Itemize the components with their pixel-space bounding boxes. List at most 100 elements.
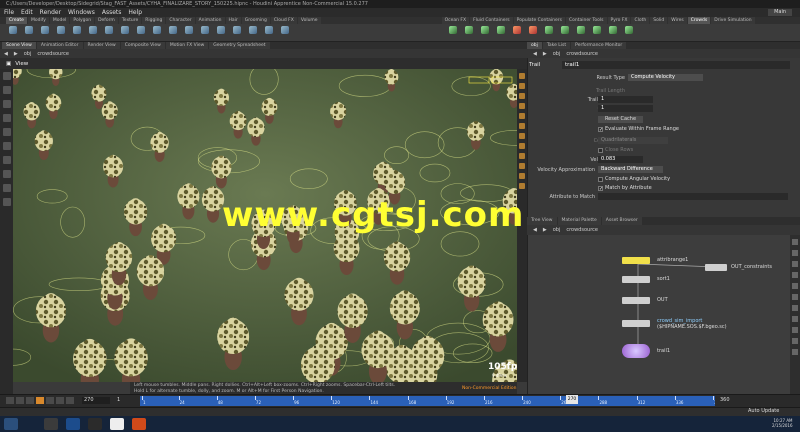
- view-tool-icon[interactable]: [2, 142, 11, 150]
- houdini-icon[interactable]: [132, 418, 146, 430]
- shelf-tab-hair[interactable]: Hair: [225, 17, 241, 24]
- node-crowd-sim-import[interactable]: [622, 320, 650, 327]
- display-option-icon[interactable]: [519, 143, 525, 149]
- shelf-tool[interactable]: [86, 24, 100, 42]
- shelf-tool[interactable]: [22, 24, 36, 42]
- shelf-tool[interactable]: [118, 24, 132, 42]
- shelf-tab-texture[interactable]: Texture: [118, 17, 142, 24]
- shelf-tab-wires[interactable]: Wires: [668, 17, 687, 24]
- scale-tool-icon[interactable]: [2, 114, 11, 122]
- shelf-tool[interactable]: [558, 24, 572, 42]
- shelf-tab-populate[interactable]: Populate Containers: [513, 17, 565, 24]
- path-obj[interactable]: obj: [553, 51, 561, 57]
- velocity-scale-field[interactable]: 0.083: [598, 156, 643, 163]
- shelf-tab-polygon[interactable]: Polygon: [70, 17, 95, 24]
- shelf-tab-model[interactable]: Model: [49, 17, 70, 24]
- network-tool-icon[interactable]: [792, 338, 798, 344]
- network-tool-icon[interactable]: [792, 239, 798, 245]
- back-arrow-icon[interactable]: ◀: [533, 227, 537, 233]
- node-trail1[interactable]: [622, 344, 650, 358]
- shelf-tool[interactable]: [510, 24, 524, 42]
- cache-size-field[interactable]: 1: [598, 105, 653, 112]
- display-option-icon[interactable]: [519, 183, 525, 189]
- node-out[interactable]: [622, 297, 650, 304]
- select-tool-icon[interactable]: [2, 72, 11, 80]
- tab-performance-monitor[interactable]: Performance Monitor: [571, 42, 627, 49]
- display-option-icon[interactable]: [519, 93, 525, 99]
- terminal-icon[interactable]: [44, 418, 58, 430]
- shelf-tool[interactable]: [606, 24, 620, 42]
- shelf-tab-crowds[interactable]: Crowds: [687, 17, 711, 24]
- shelf-tool[interactable]: [494, 24, 508, 42]
- node-sort1[interactable]: [622, 276, 650, 283]
- network-tool-icon[interactable]: [792, 283, 798, 289]
- shelf-tab-grooming[interactable]: Grooming: [241, 17, 270, 24]
- shelf-tool[interactable]: [446, 24, 460, 42]
- start-icon[interactable]: [4, 418, 18, 430]
- tab-geometry-spreadsheet[interactable]: Geometry Spreadsheet: [209, 42, 270, 49]
- shelf-tool[interactable]: [478, 24, 492, 42]
- network-tool-icon[interactable]: [792, 316, 798, 322]
- shelf-tool[interactable]: [214, 24, 228, 42]
- light-tool-icon[interactable]: [2, 198, 11, 206]
- tab-scene-view[interactable]: Scene View: [2, 42, 36, 49]
- menu-assets[interactable]: Assets: [102, 9, 122, 16]
- jump-start-icon[interactable]: [6, 397, 14, 404]
- tab-obj[interactable]: obj: [527, 42, 542, 49]
- timeline-cursor[interactable]: 270: [566, 395, 578, 404]
- tab-composite-view[interactable]: Composite View: [120, 42, 165, 49]
- velocity-approx-select[interactable]: Backward Difference: [598, 166, 663, 173]
- angular-velocity-toggle[interactable]: Compute Angular Velocity: [598, 176, 670, 182]
- jump-end-icon[interactable]: [66, 397, 74, 404]
- shelf-tool[interactable]: [246, 24, 260, 42]
- network-tool-icon[interactable]: [792, 250, 798, 256]
- reset-cache-button[interactable]: Reset Cache: [598, 116, 643, 123]
- shelf-tab-create[interactable]: Create: [6, 17, 27, 24]
- close-rows-toggle[interactable]: Close Rows: [598, 147, 633, 153]
- step-back-icon[interactable]: [16, 397, 24, 404]
- current-frame-field[interactable]: 270: [82, 397, 110, 404]
- back-arrow-icon[interactable]: ◀: [4, 51, 8, 57]
- shelf-tab-character[interactable]: Character: [166, 17, 195, 24]
- tab-motion-fx-view[interactable]: Motion FX View: [165, 42, 209, 49]
- result-type-select[interactable]: Compute Velocity: [628, 74, 703, 81]
- display-option-icon[interactable]: [519, 173, 525, 179]
- tab-material-palette[interactable]: Material Palette: [557, 217, 601, 225]
- shelf-tab-volume[interactable]: Volume: [297, 17, 321, 24]
- path-obj[interactable]: obj: [553, 227, 561, 233]
- eval-frame-range-toggle[interactable]: ✓ Evaluate Within Frame Range: [598, 126, 679, 132]
- shelf-tab-cloud[interactable]: Cloud FX: [270, 17, 297, 24]
- step-forward-icon[interactable]: [56, 397, 64, 404]
- shelf-tool[interactable]: [166, 24, 180, 42]
- menu-help[interactable]: Help: [128, 9, 142, 16]
- workspace-select[interactable]: Main: [768, 9, 792, 16]
- start-frame-field[interactable]: 1: [117, 397, 131, 404]
- shelf-tool[interactable]: [70, 24, 84, 42]
- shelf-tool[interactable]: [230, 24, 244, 42]
- forward-arrow-icon[interactable]: ▶: [543, 51, 547, 57]
- node-attribrange1[interactable]: [622, 257, 650, 264]
- attribute-match-field[interactable]: [598, 193, 788, 200]
- shelf-tab-container[interactable]: Container Tools: [565, 17, 607, 24]
- display-option-icon[interactable]: [519, 73, 525, 79]
- camera-icon[interactable]: ▣: [6, 61, 11, 67]
- back-arrow-icon[interactable]: ◀: [533, 51, 537, 57]
- forward-arrow-icon[interactable]: ▶: [14, 51, 18, 57]
- shelf-tool[interactable]: [590, 24, 604, 42]
- tab-render-view[interactable]: Render View: [83, 42, 120, 49]
- end-frame-field[interactable]: 360: [720, 397, 740, 404]
- display-option-icon[interactable]: [519, 113, 525, 119]
- shelf-tab-modify[interactable]: Modify: [27, 17, 49, 24]
- shelf-tab-solid[interactable]: Solid: [650, 17, 668, 24]
- menu-render[interactable]: Render: [40, 9, 61, 16]
- shelf-tool[interactable]: [182, 24, 196, 42]
- shelf-tab-pyro[interactable]: Pyro FX: [607, 17, 631, 24]
- play-icon[interactable]: [46, 397, 54, 404]
- network-tool-icon[interactable]: [792, 294, 798, 300]
- network-tool-icon[interactable]: [792, 305, 798, 311]
- menu-windows[interactable]: Windows: [68, 9, 95, 16]
- shelf-tool[interactable]: [526, 24, 540, 42]
- network-tool-icon[interactable]: [792, 272, 798, 278]
- chrome-icon[interactable]: [110, 418, 124, 430]
- display-option-icon[interactable]: [519, 83, 525, 89]
